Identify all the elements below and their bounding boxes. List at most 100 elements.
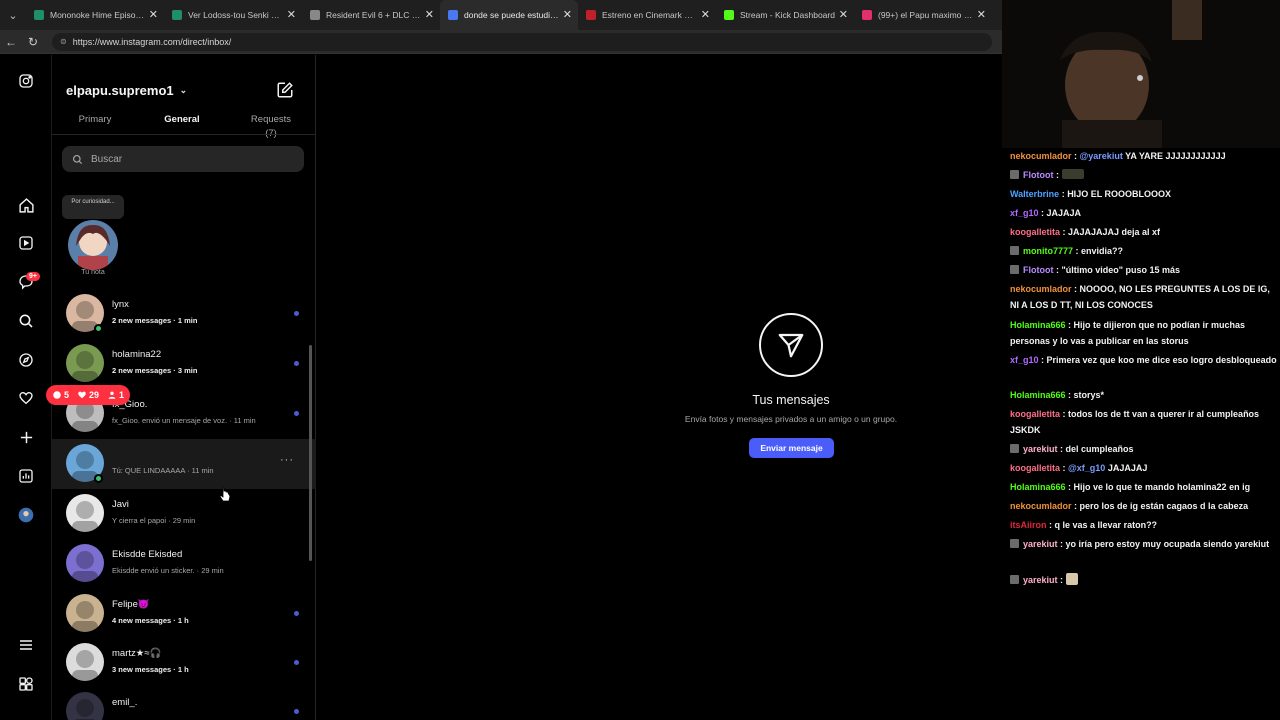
browser-tab[interactable]: donde se puede estudiar de ✕ — [440, 0, 578, 30]
chat-username[interactable]: Walterbrine — [1010, 189, 1059, 199]
dashboard-icon[interactable] — [16, 466, 36, 486]
tab-search-icon[interactable]: ⌄ — [0, 0, 26, 30]
chat-text: yo iría pero estoy muy ocupada siendo ya… — [1065, 539, 1270, 549]
chat-username[interactable]: Flotoot — [1023, 170, 1054, 180]
account-switcher[interactable]: elpapu.supremo1 ⌄ — [66, 83, 187, 98]
new-message-icon[interactable] — [276, 81, 294, 99]
user-badge-icon — [1010, 444, 1019, 453]
chat-message: Holamina666 : storys* — [1010, 390, 1105, 400]
chat-username[interactable]: nekocumlador — [1010, 501, 1072, 511]
conversation-name: martz★≈🎧 — [112, 648, 162, 659]
chat-username[interactable]: koogalletita — [1010, 227, 1060, 237]
chat-username[interactable]: Holamina666 — [1010, 390, 1066, 400]
chat-username[interactable]: Holamina666 — [1010, 320, 1066, 330]
reels-icon[interactable] — [16, 233, 36, 253]
browser-tab[interactable]: Ver Lodoss-tou Senki Online✕ — [164, 0, 302, 30]
unread-dot — [294, 709, 299, 714]
chat-username[interactable]: xf_g10 — [1010, 208, 1039, 218]
conversation-row[interactable]: holamina22 2 new messages · 3 min — [52, 339, 316, 389]
account-username: elpapu.supremo1 — [66, 83, 174, 98]
chevron-down-icon: ⌄ — [179, 85, 188, 95]
create-icon[interactable] — [16, 427, 36, 447]
close-tab-icon[interactable]: ✕ — [977, 8, 986, 21]
comment-icon — [53, 391, 61, 399]
chat-username[interactable]: monito7777 — [1023, 246, 1073, 256]
close-tab-icon[interactable]: ✕ — [563, 8, 572, 21]
search-nav-icon[interactable] — [16, 311, 36, 331]
chat-mention[interactable]: @xf_g10 — [1068, 463, 1105, 473]
chat-username[interactable]: nekocumlador — [1010, 151, 1072, 161]
chat-username[interactable]: itsAiiron — [1010, 520, 1047, 530]
conversation-name: lynx — [112, 299, 129, 310]
chat-username[interactable]: nekocumlador — [1010, 284, 1072, 294]
chat-text: JAJAJAJAJ deja al xf — [1068, 227, 1161, 237]
chat-message: Walterbrine : HIJO EL ROOOBLOOOX — [1010, 189, 1172, 199]
chat-message: koogalletita : @xf_g10 JAJAJAJ — [1010, 463, 1148, 473]
conversation-row[interactable]: martz★≈🎧 3 new messages · 1 h — [52, 638, 316, 688]
chat-text: "último video" puso 15 más — [1061, 265, 1181, 275]
chat-username[interactable]: xf_g10 — [1010, 355, 1039, 365]
conversation-row[interactable]: emil_. — [52, 687, 316, 720]
conversation-row[interactable]: ㅤ Tú: QUE LINDAAAAA · 11 min ··· — [52, 439, 316, 489]
chat-text: Primera vez que koo me dice eso logro de… — [1046, 355, 1277, 365]
conversation-avatar — [66, 344, 104, 382]
chat-username[interactable]: yarekiut — [1023, 539, 1058, 549]
follows-count: 1 — [107, 390, 124, 400]
note-label: Tu nota — [81, 269, 105, 276]
more-options-icon[interactable]: ··· — [280, 454, 294, 466]
browser-tab[interactable]: (99+) el Papu maximo (@xys✕ — [854, 0, 992, 30]
address-bar[interactable]: ⊜ https://www.instagram.com/direct/inbox… — [52, 32, 992, 51]
conversation-avatar — [66, 544, 104, 582]
browser-tab[interactable]: Resident Evil 6 + DLC = TU ✕ — [302, 0, 440, 30]
instagram-logo-icon[interactable] — [16, 71, 36, 91]
chat-username[interactable]: Holamina666 — [1010, 482, 1066, 492]
browser-tab[interactable]: Stream - Kick Dashboard ✕ — [716, 0, 854, 30]
chat-username[interactable]: yarekiut — [1023, 444, 1058, 454]
tab-favicon-icon — [34, 10, 44, 20]
chat-message: xf_g10 : Primera vez que koo me dice eso… — [1010, 355, 1277, 365]
chat-mention[interactable]: @yarekiut — [1080, 151, 1123, 161]
conversation-row[interactable]: Felipe😈 4 new messages · 1 h — [52, 589, 316, 639]
conversation-row[interactable]: Ekisdde Ekisded Ekisdde envió un sticker.… — [52, 539, 316, 589]
chat-text: Hijo ve lo que te mando holamina22 en ig — [1073, 482, 1251, 492]
conversation-scrollbar[interactable] — [309, 345, 312, 561]
chat-message: monito7777 : envidia?? — [1010, 243, 1278, 259]
tab-title: Stream - Kick Dashboard — [740, 10, 835, 20]
chat-username[interactable]: koogalletita — [1010, 463, 1060, 473]
tab-primary[interactable]: Primary — [78, 113, 112, 135]
note-avatar[interactable] — [68, 220, 118, 270]
close-tab-icon[interactable]: ✕ — [701, 8, 710, 21]
close-tab-icon[interactable]: ✕ — [149, 8, 158, 21]
conversation-row[interactable]: Javi Y cierra el papoi · 29 min — [52, 489, 316, 539]
conversation-row[interactable]: lynx 2 new messages · 1 min — [52, 289, 316, 339]
chat-username[interactable]: Flotoot — [1023, 265, 1054, 275]
site-info-icon[interactable]: ⊜ — [60, 37, 67, 46]
chat-message: nekocumlador : NOOOO, NO LES PREGUNTES A… — [1010, 284, 1270, 310]
close-tab-icon[interactable]: ✕ — [287, 8, 296, 21]
tab-requests[interactable]: Requests (7) — [244, 113, 298, 139]
notifications-heart-icon[interactable] — [16, 388, 36, 408]
send-message-button[interactable]: Enviar mensaje — [749, 438, 834, 458]
activity-notification-pill[interactable]: 5 29 1 — [46, 385, 131, 405]
menu-icon[interactable] — [16, 635, 36, 655]
chat-message: koogalletita : JAJAJAJAJ deja al xf — [1010, 227, 1161, 237]
home-icon[interactable] — [16, 195, 36, 215]
close-tab-icon[interactable]: ✕ — [425, 8, 434, 21]
profile-avatar-icon[interactable] — [16, 505, 36, 525]
chat-username[interactable]: koogalletita — [1010, 409, 1060, 419]
chat-text: q le vas a llevar raton?? — [1054, 520, 1158, 530]
instagram-app: 9+ elpapu.supremo1 ⌄ Primary General Req… — [0, 55, 1002, 720]
tab-general[interactable]: General — [138, 113, 226, 135]
tab-favicon-icon — [310, 10, 320, 20]
person-icon — [108, 391, 116, 399]
explore-icon[interactable] — [16, 350, 36, 370]
note-bubble[interactable]: Por curiosidad... — [62, 195, 124, 219]
more-apps-icon[interactable] — [16, 674, 36, 694]
chat-username[interactable]: yarekiut — [1023, 575, 1058, 585]
back-icon[interactable]: ← — [0, 35, 22, 49]
reload-icon[interactable]: ↻ — [22, 35, 44, 49]
search-input[interactable] — [91, 153, 291, 165]
browser-tab[interactable]: Mononoke Hime Episodio 1 ✕ — [26, 0, 164, 30]
browser-tab[interactable]: Estreno en Cinemark Chile ✕ — [578, 0, 716, 30]
close-tab-icon[interactable]: ✕ — [839, 8, 848, 21]
